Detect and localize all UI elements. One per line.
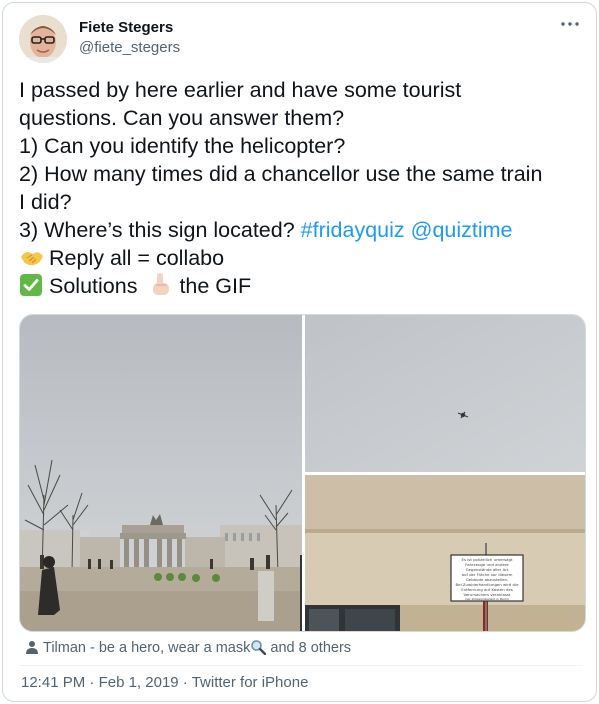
tweet-line: questions. Can you answer them?: [19, 106, 345, 130]
person-icon: [25, 640, 39, 654]
mention-link[interactable]: @quiztime: [411, 218, 513, 242]
tweet-line: 3) Where’s this sign located? #fridayqui…: [19, 216, 584, 244]
tweet-line: I passed by here earlier and have some t…: [19, 78, 462, 102]
handshake-emoji: [19, 245, 45, 269]
wall-sign-photo[interactable]: Es ist polizeilich untersagt Fahrzeuge u…: [305, 475, 585, 631]
author-name[interactable]: Fiete Stegers: [79, 19, 173, 36]
tweet-line: I did?: [19, 190, 72, 214]
pointing-down-emoji: [147, 273, 173, 297]
the-gif-text: the GIF: [179, 274, 252, 298]
tweet-line: Solutions the GIF: [19, 272, 584, 300]
more-horizontal-icon[interactable]: [558, 17, 582, 37]
magnifying-glass-emoji: [250, 639, 267, 656]
tweet-line: 2) How many times did a chancellor use t…: [19, 162, 543, 186]
tweet-source: Twitter for iPhone: [191, 674, 309, 691]
reply-all-text: Reply all = collabo: [49, 246, 225, 270]
divider: [19, 665, 582, 666]
svg-text:Der Polizeipräsident in Berlin: Der Polizeipräsident in Berlin: [465, 597, 508, 601]
media-grid: Es ist polizeilich untersagt Fahrzeuge u…: [19, 314, 586, 632]
tweet-meta: 12:41 PM · Feb 1, 2019 · Twitter for iPh…: [21, 674, 308, 691]
author-handle[interactable]: @fiete_stegers: [79, 39, 180, 56]
tweet-text: I passed by here earlier and have some t…: [19, 76, 584, 300]
hashtag-link[interactable]: #fridayquiz: [301, 218, 405, 242]
avatar[interactable]: [19, 15, 67, 63]
check-mark-emoji: [19, 273, 45, 297]
tweet-line: 1) Can you identify the helicopter?: [19, 134, 346, 158]
solutions-text: Solutions: [49, 274, 138, 298]
tagged-text-before: Tilman - be a hero, wear a mask: [43, 640, 251, 656]
tweet-card: Fiete Stegers @fiete_stegers I passed by…: [2, 2, 597, 702]
meta-separator: ·: [85, 674, 99, 691]
tweet-date[interactable]: Feb 1, 2019: [99, 674, 179, 691]
brandenburg-gate-photo[interactable]: [20, 315, 302, 631]
tagged-people[interactable]: Tilman - be a hero, wear a mask and 8 ot…: [25, 639, 351, 656]
question-3-text: 3) Where’s this sign located?: [19, 218, 295, 242]
tweet-line: Reply all = collabo: [19, 244, 584, 272]
tweet-header: Fiete Stegers @fiete_stegers: [19, 15, 582, 65]
meta-separator: ·: [178, 674, 192, 691]
helicopter-in-sky-photo[interactable]: [305, 315, 585, 472]
tagged-text-after: and 8 others: [266, 640, 352, 656]
tweet-time[interactable]: 12:41 PM: [21, 674, 85, 691]
